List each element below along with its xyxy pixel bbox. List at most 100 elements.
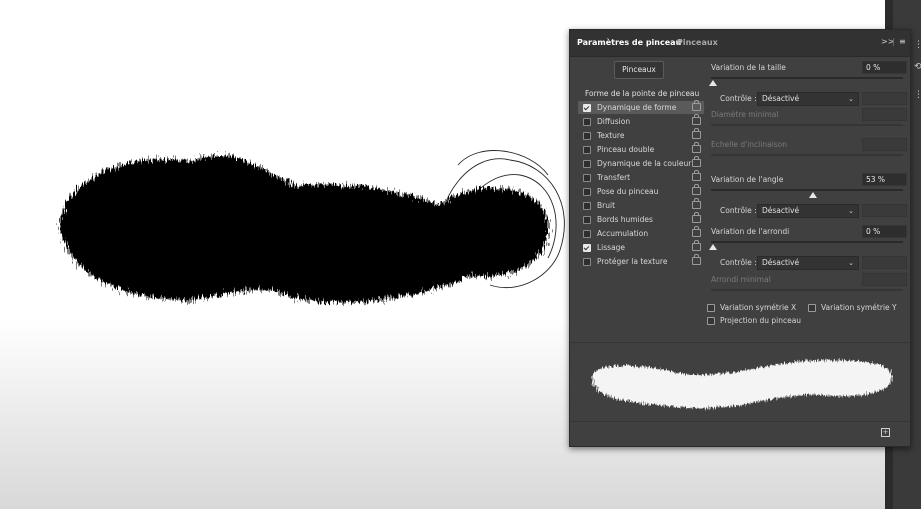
dock-panel-icon[interactable]: ⋮ <box>914 40 921 50</box>
option-smoothing[interactable]: Lissage <box>578 240 704 254</box>
select-value: Désactivé <box>762 94 800 103</box>
option-transfer[interactable]: Transfert <box>578 170 704 184</box>
lock-icon[interactable] <box>692 184 701 195</box>
control-label: Contrôle : <box>720 94 757 103</box>
option-label: Bords humides <box>597 215 653 224</box>
size-jitter-slider[interactable] <box>711 77 903 79</box>
brushes-button[interactable]: Pinceaux <box>614 61 664 79</box>
angle-control-value <box>862 204 907 217</box>
flip-y-label[interactable]: Variation symétrie Y <box>821 303 897 312</box>
lock-icon[interactable] <box>692 240 701 251</box>
option-color-dynamics[interactable]: Dynamique de la couleur <box>578 156 704 170</box>
tilt-scale-slider <box>711 154 903 156</box>
angle-jitter-label: Variation de l'angle <box>711 175 784 184</box>
checkbox-color-dynamics[interactable] <box>583 160 591 168</box>
checkbox-shape-dynamics[interactable] <box>583 104 591 112</box>
dock-layers-icon[interactable]: ⋮ <box>914 90 921 100</box>
lock-icon[interactable] <box>692 226 701 237</box>
checkbox-transfer[interactable] <box>583 174 591 182</box>
option-label: Bruit <box>597 201 616 210</box>
roundness-control-value <box>862 256 907 269</box>
select-value: Désactivé <box>762 258 800 267</box>
size-jitter-label: Variation de la taille <box>711 63 786 72</box>
roundness-jitter-thumb[interactable] <box>709 244 717 250</box>
lock-icon[interactable] <box>692 142 701 153</box>
angle-jitter-value[interactable]: 53 % <box>862 173 907 186</box>
option-texture[interactable]: Texture <box>578 128 704 142</box>
panel-tab-bar: Paramètres de pinceau Pinceaux >> | ≡ <box>570 30 910 57</box>
chevron-down-icon: ⌄ <box>848 207 854 215</box>
option-brush-pose[interactable]: Pose du pinceau <box>578 184 704 198</box>
checkbox-build-up[interactable] <box>583 230 591 238</box>
angle-jitter-slider[interactable] <box>711 189 903 191</box>
lock-icon[interactable] <box>692 114 701 125</box>
option-noise[interactable]: Bruit <box>578 198 704 212</box>
angle-control-select[interactable]: Désactivé ⌄ <box>757 204 859 218</box>
lock-icon[interactable] <box>692 212 701 223</box>
tilt-scale-label: Echelle d'inclinaison <box>711 140 788 149</box>
new-brush-icon[interactable]: + <box>881 428 890 437</box>
chevron-down-icon: ⌄ <box>848 95 854 103</box>
checkbox-scattering[interactable] <box>583 118 591 126</box>
option-label: Transfert <box>597 173 631 182</box>
chevron-down-icon: ⌄ <box>848 259 854 267</box>
brush-settings-panel: Paramètres de pinceau Pinceaux >> | ≡ Pi… <box>569 29 911 447</box>
flip-y-checkbox[interactable] <box>808 304 816 312</box>
size-jitter-value[interactable]: 0 % <box>862 61 907 74</box>
checkbox-noise[interactable] <box>583 202 591 210</box>
size-control-value <box>862 92 907 105</box>
control-label: Contrôle : <box>720 258 757 267</box>
preview-stroke <box>591 360 893 409</box>
checkbox-brush-pose[interactable] <box>583 188 591 196</box>
checkbox-smoothing[interactable] <box>583 244 591 252</box>
option-build-up[interactable]: Accumulation <box>578 226 704 240</box>
lock-icon[interactable] <box>692 128 701 139</box>
angle-jitter-thumb[interactable] <box>809 192 817 198</box>
flip-x-label[interactable]: Variation symétrie X <box>720 303 796 312</box>
option-scattering[interactable]: Diffusion <box>578 114 704 128</box>
select-value: Désactivé <box>762 206 800 215</box>
min-diameter-slider <box>711 124 903 126</box>
tab-brushes[interactable]: Pinceaux <box>677 38 718 47</box>
brush-projection-checkbox[interactable] <box>707 317 715 325</box>
panel-footer: + <box>570 421 910 447</box>
option-wet-edges[interactable]: Bords humides <box>578 212 704 226</box>
option-label: Pinceau double <box>597 145 655 154</box>
tab-brush-settings[interactable]: Paramètres de pinceau <box>577 38 681 47</box>
roundness-control-select[interactable]: Désactivé ⌄ <box>757 256 859 270</box>
hamburger-menu-icon[interactable]: ≡ <box>899 37 906 46</box>
checkbox-protect-texture[interactable] <box>583 258 591 266</box>
flip-x-checkbox[interactable] <box>707 304 715 312</box>
dock-history-icon[interactable]: ⟲ <box>914 62 921 72</box>
option-label: Dynamique de la couleur <box>597 159 692 168</box>
lock-icon[interactable] <box>692 198 701 209</box>
checkbox-wet-edges[interactable] <box>583 216 591 224</box>
checkbox-dual-brush[interactable] <box>583 146 591 154</box>
lock-icon[interactable] <box>692 100 701 111</box>
size-jitter-thumb[interactable] <box>709 80 717 86</box>
control-label: Contrôle : <box>720 206 757 215</box>
size-control-select[interactable]: Désactivé ⌄ <box>757 92 859 106</box>
option-label: Diffusion <box>597 117 631 126</box>
option-label: Lissage <box>597 243 626 252</box>
checkbox-texture[interactable] <box>583 132 591 140</box>
lock-icon[interactable] <box>692 170 701 181</box>
brush-stroke-preview <box>570 342 910 421</box>
option-label: Accumulation <box>597 229 649 238</box>
option-shape-dynamics[interactable]: Dynamique de forme <box>578 100 704 114</box>
lock-icon[interactable] <box>692 156 701 167</box>
brush-projection-label[interactable]: Projection du pinceau <box>720 316 801 325</box>
min-diameter-value <box>862 108 907 121</box>
option-dual-brush[interactable]: Pinceau double <box>578 142 704 156</box>
brush-tip-shape-heading[interactable]: Forme de la pointe de pinceau <box>585 89 699 98</box>
min-roundness-value <box>862 273 907 286</box>
panel-separator: | <box>892 37 895 46</box>
roundness-jitter-slider[interactable] <box>711 241 903 243</box>
tilt-scale-value <box>862 138 907 151</box>
roundness-jitter-value[interactable]: 0 % <box>862 225 907 238</box>
option-protect-texture[interactable]: Protéger la texture <box>578 254 704 268</box>
lock-icon[interactable] <box>692 254 701 265</box>
min-diameter-label: Diamètre minimal <box>711 110 779 119</box>
option-label: Dynamique de forme <box>597 103 677 112</box>
document-canvas[interactable] <box>0 0 568 509</box>
